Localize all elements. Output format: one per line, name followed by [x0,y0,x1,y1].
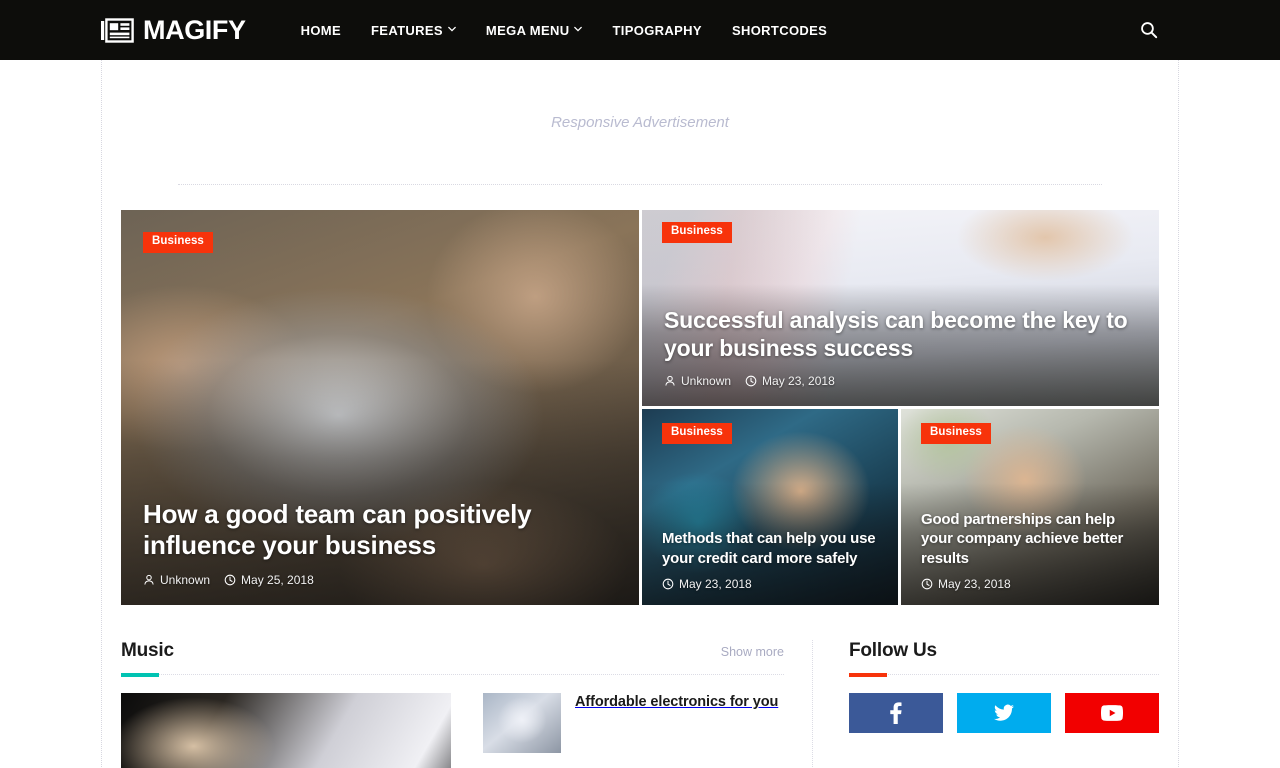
chevron-down-icon [574,25,583,33]
featured-card-body: Methods that can help you use your credi… [642,529,898,605]
post-title: Successful analysis can become the key t… [664,306,1128,362]
post-title: Affordable electronics for you [575,694,779,710]
nav-label: MEGA MENU [485,22,570,38]
site-header: MAGIFY HOME FEATURES MEGA MENU TIPOGRAPH… [0,0,1280,60]
author-name: Unknown [681,374,732,388]
date-value: May 23, 2018 [679,577,752,591]
advertisement-label: Responsive Advertisement [551,113,729,131]
author-name: Unknown [160,573,211,587]
lower-content: Music Show more Affordable electronics f… [102,608,1178,768]
post-date: May 23, 2018 [662,577,752,591]
featured-card-small-2[interactable]: Business Good partnerships can help your… [901,409,1159,605]
clock-icon [224,574,236,586]
post-author: Unknown [664,374,731,388]
youtube-button[interactable] [1065,693,1159,733]
brand-name: MAGIFY [143,14,246,45]
post-title: Methods that can help you use your credi… [662,530,876,567]
music-post-list: Affordable electronics for you [483,693,784,768]
main-navigation: HOME FEATURES MEGA MENU TIPOGRAPHY SHORT… [286,23,843,38]
clock-icon [921,578,933,590]
post-title: How a good team can positively influence… [143,498,532,561]
twitter-button[interactable] [957,693,1051,733]
nav-label: SHORTCODES [731,22,828,38]
section-title-music: Music [121,640,174,661]
nav-item-mega-menu[interactable]: MEGA MENU [471,23,598,38]
list-item[interactable]: Affordable electronics for you [483,693,784,753]
user-icon [143,574,155,586]
date-value: May 23, 2018 [762,374,835,388]
follow-section-header: Follow Us [849,640,1159,674]
category-badge[interactable]: Business [662,423,732,444]
music-section-header: Music Show more [121,640,784,674]
nav-item-tipography[interactable]: TIPOGRAPHY [597,23,716,38]
post-meta: Unknown May 25, 2018 [143,573,617,587]
page-container: Responsive Advertisement Business How a … [101,60,1179,768]
featured-card-small-1[interactable]: Business Methods that can help you use y… [642,409,898,605]
post-thumbnail [121,693,451,768]
section-divider-follow [849,673,1159,677]
featured-card-body: Successful analysis can become the key t… [642,306,1159,406]
category-badge[interactable]: Business [143,232,213,253]
featured-posts-section: Business How a good team can positively … [102,185,1178,608]
section-title-follow-us: Follow Us [849,640,937,661]
main-column: Music Show more Affordable electronics f… [121,640,813,768]
chevron-down-icon [448,25,456,33]
nav-item-shortcodes[interactable]: SHORTCODES [717,23,842,38]
section-divider-music [121,673,784,677]
post-date: May 25, 2018 [224,573,314,587]
music-feature-post[interactable] [121,693,451,768]
date-value: May 23, 2018 [938,577,1011,591]
user-icon [664,375,676,387]
facebook-icon [889,702,903,724]
featured-card-body: How a good team can positively influence… [121,499,639,605]
post-title: Good partnerships can help your company … [921,510,1124,567]
post-author: Unknown [143,573,210,587]
post-meta: May 23, 2018 [921,577,1139,591]
featured-card-large[interactable]: Business How a good team can positively … [121,210,639,605]
post-date: May 23, 2018 [745,374,835,388]
category-badge[interactable]: Business [921,423,991,444]
newspaper-icon [100,17,134,43]
nav-label: TIPOGRAPHY [612,22,702,38]
nav-label: HOME [300,22,342,38]
youtube-icon [1101,705,1123,721]
search-icon[interactable] [1138,19,1160,41]
brand-logo[interactable]: MAGIFY [100,14,246,45]
nav-item-home[interactable]: HOME [286,23,356,38]
clock-icon [745,375,757,387]
nav-item-features[interactable]: FEATURES [356,23,471,38]
sidebar: Follow Us [813,640,1159,768]
post-meta: May 23, 2018 [662,577,878,591]
music-post-grid: Affordable electronics for you [121,693,784,768]
category-badge[interactable]: Business [662,222,732,243]
featured-card-body: Good partnerships can help your company … [901,510,1159,606]
social-buttons [849,693,1159,733]
featured-grid: Business How a good team can positively … [121,210,1159,608]
facebook-button[interactable] [849,693,943,733]
date-value: May 25, 2018 [241,573,314,587]
advertisement-slot: Responsive Advertisement [178,60,1102,185]
post-date: May 23, 2018 [921,577,1011,591]
post-meta: Unknown May 23, 2018 [664,374,1137,388]
twitter-icon [994,704,1014,722]
show-more-link[interactable]: Show more [721,645,784,659]
featured-card-wide[interactable]: Business Successful analysis can become … [642,210,1159,406]
nav-label: FEATURES [371,22,443,38]
clock-icon [662,578,674,590]
post-thumbnail [483,693,561,753]
